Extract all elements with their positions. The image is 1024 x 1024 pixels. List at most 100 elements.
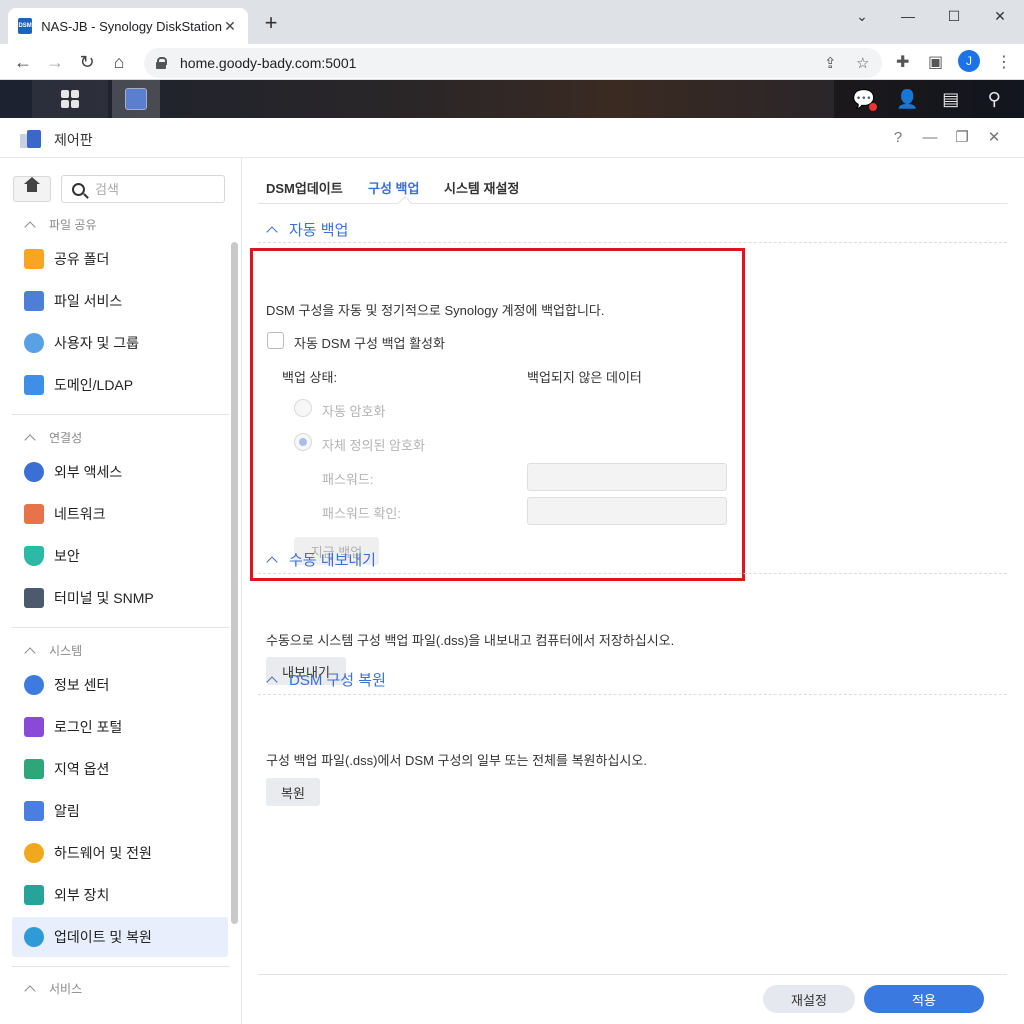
url-text: home.goody-bady.com:5001 xyxy=(180,55,357,71)
sidebar-item-terminal-snmp[interactable]: 터미널 및 SNMP xyxy=(12,578,228,618)
lock-icon[interactable] xyxy=(156,57,167,69)
side-panel-icon[interactable]: ▣ xyxy=(928,52,943,72)
divider xyxy=(12,966,230,967)
section-divider xyxy=(258,694,1007,695)
share-icon[interactable]: ⇪ xyxy=(824,54,837,72)
window-title: 제어판 xyxy=(54,132,93,148)
address-bar[interactable]: home.goody-bady.com:5001 ⇪ ☆ xyxy=(144,48,882,78)
sidebar-item-update-restore[interactable]: 업데이트 및 복원 xyxy=(12,917,228,957)
info-center-icon xyxy=(24,675,44,695)
sidebar: 파일 공유 공유 폴더 파일 서비스 사용자 및 그룹 도메인/LDAP 연결성… xyxy=(0,158,242,1024)
chevron-up-icon xyxy=(24,984,36,997)
section-file-sharing[interactable]: 파일 공유 xyxy=(24,216,97,233)
new-tab-icon[interactable]: + xyxy=(260,12,282,34)
active-tab-indicator xyxy=(397,195,413,211)
control-panel-taskbar-button[interactable] xyxy=(112,80,160,118)
back-icon[interactable]: ← xyxy=(11,50,35,74)
sidebar-item-network[interactable]: 네트워크 xyxy=(12,494,228,534)
forward-icon[interactable]: → xyxy=(43,50,67,74)
sidebar-item-notification[interactable]: 알림 xyxy=(12,791,228,831)
help-icon[interactable]: ? xyxy=(888,128,908,148)
control-panel-icon xyxy=(125,88,147,110)
sidebar-item-external-access[interactable]: 외부 액세스 xyxy=(12,452,228,492)
sidebar-scrollbar[interactable] xyxy=(231,242,238,924)
notification-dot xyxy=(868,103,877,111)
chat-notification-icon[interactable]: 💬 xyxy=(852,87,877,111)
footer-divider xyxy=(258,974,1007,975)
chevron-up-icon xyxy=(24,646,36,659)
section-services[interactable]: 서비스 xyxy=(24,980,82,997)
user-icon[interactable]: 👤 xyxy=(895,87,919,111)
restore-button[interactable]: 복원 xyxy=(266,778,320,806)
sidebar-item-info-center[interactable]: 정보 센터 xyxy=(12,665,228,705)
tab-dsm-update[interactable]: DSM업데이트 xyxy=(266,178,343,197)
hardware-power-icon xyxy=(24,843,44,863)
extensions-puzzle-icon[interactable]: ✚ xyxy=(896,52,909,72)
home-icon[interactable]: ⌂ xyxy=(107,50,131,74)
profile-avatar[interactable]: J xyxy=(958,50,980,72)
sidebar-item-shared-folder[interactable]: 공유 폴더 xyxy=(12,239,228,279)
restore-description: 구성 백업 파일(.dss)에서 DSM 구성의 일부 또는 전체를 복원하십시… xyxy=(266,753,647,768)
apply-button[interactable]: 적용 xyxy=(864,985,984,1013)
reset-button[interactable]: 재설정 xyxy=(763,985,855,1013)
shared-folder-icon xyxy=(24,249,44,269)
browser-tab-title: NAS-JB - Synology DiskStation xyxy=(41,18,222,34)
home-button[interactable] xyxy=(13,176,51,202)
section-system[interactable]: 시스템 xyxy=(24,642,82,659)
sidebar-item-hardware-power[interactable]: 하드웨어 및 전원 xyxy=(12,833,228,873)
browser-tab[interactable]: DSM NAS-JB - Synology DiskStation ✕ xyxy=(8,8,248,44)
dsm-favicon-icon: DSM xyxy=(18,18,33,34)
sidebar-item-security[interactable]: 보안 xyxy=(12,536,228,576)
search-icon[interactable]: ⚲ xyxy=(982,87,1006,111)
section-dsm-restore[interactable]: DSM 구성 복원 xyxy=(266,669,386,690)
house-icon xyxy=(24,177,40,195)
sidebar-item-users-groups[interactable]: 사용자 및 그룹 xyxy=(12,323,228,363)
update-restore-icon xyxy=(24,927,44,947)
divider xyxy=(12,414,230,415)
grid-apps-icon xyxy=(61,90,79,108)
terminal-icon xyxy=(24,588,44,608)
tab-system-reset[interactable]: 시스템 재설정 xyxy=(444,178,519,197)
notification-icon xyxy=(24,801,44,821)
section-divider xyxy=(258,573,1007,574)
restore-icon[interactable]: ❐ xyxy=(952,128,972,148)
section-auto-backup[interactable]: 자동 백업 xyxy=(266,219,348,240)
close-window-icon[interactable]: ✕ xyxy=(980,4,1020,28)
section-manual-export[interactable]: 수동 내보내기 xyxy=(266,549,376,570)
sidebar-item-file-services[interactable]: 파일 서비스 xyxy=(12,281,228,321)
tab-config-backup[interactable]: 구성 백업 xyxy=(368,178,419,197)
chevron-up-icon xyxy=(24,220,36,233)
reload-icon[interactable]: ↻ xyxy=(75,50,99,74)
chevron-up-icon xyxy=(266,225,278,238)
main-menu-button[interactable] xyxy=(32,80,108,118)
search-box[interactable] xyxy=(61,175,225,203)
dsm-taskbar: 💬 👤 ▤ ⚲ xyxy=(0,80,1024,118)
control-panel-icon xyxy=(20,128,42,150)
control-panel-window: 제어판 ? — ❐ ✕ 파일 공유 공유 폴더 파일 서비스 사용자 및 그룹 … xyxy=(0,118,1024,1024)
maximize-window-icon[interactable]: ☐ xyxy=(934,4,974,28)
tab-bar: DSM업데이트 구성 백업 시스템 재설정 xyxy=(258,158,1007,211)
sidebar-item-domain-ldap[interactable]: 도메인/LDAP xyxy=(12,365,228,405)
section-connectivity[interactable]: 연결성 xyxy=(24,429,82,446)
file-services-icon xyxy=(24,291,44,311)
browser-menu-icon[interactable]: ⋮ xyxy=(996,52,1012,72)
chevron-down-icon[interactable]: ⌄ xyxy=(842,4,882,28)
widgets-icon[interactable]: ▤ xyxy=(939,87,963,111)
search-input[interactable] xyxy=(95,181,215,197)
sidebar-item-login-portal[interactable]: 로그인 포털 xyxy=(12,707,228,747)
external-access-icon xyxy=(24,462,44,482)
bookmark-star-icon[interactable]: ☆ xyxy=(856,54,869,72)
minimize-window-icon[interactable]: — xyxy=(888,4,928,28)
tab-close-icon[interactable]: ✕ xyxy=(222,18,238,35)
minimize-icon[interactable]: — xyxy=(920,128,940,148)
external-device-icon xyxy=(24,885,44,905)
browser-tab-bar: DSM NAS-JB - Synology DiskStation ✕ + ⌄ … xyxy=(0,0,1024,44)
search-icon xyxy=(72,182,85,196)
section-divider xyxy=(258,242,1007,243)
sidebar-item-regional-options[interactable]: 지역 옵션 xyxy=(12,749,228,789)
sidebar-item-external-devices[interactable]: 외부 장치 xyxy=(12,875,228,915)
address-toolbar: ← → ↻ ⌂ home.goody-bady.com:5001 ⇪ ☆ xyxy=(0,44,1024,80)
close-icon[interactable]: ✕ xyxy=(984,128,1004,148)
chevron-up-icon xyxy=(24,433,36,446)
regional-options-icon xyxy=(24,759,44,779)
